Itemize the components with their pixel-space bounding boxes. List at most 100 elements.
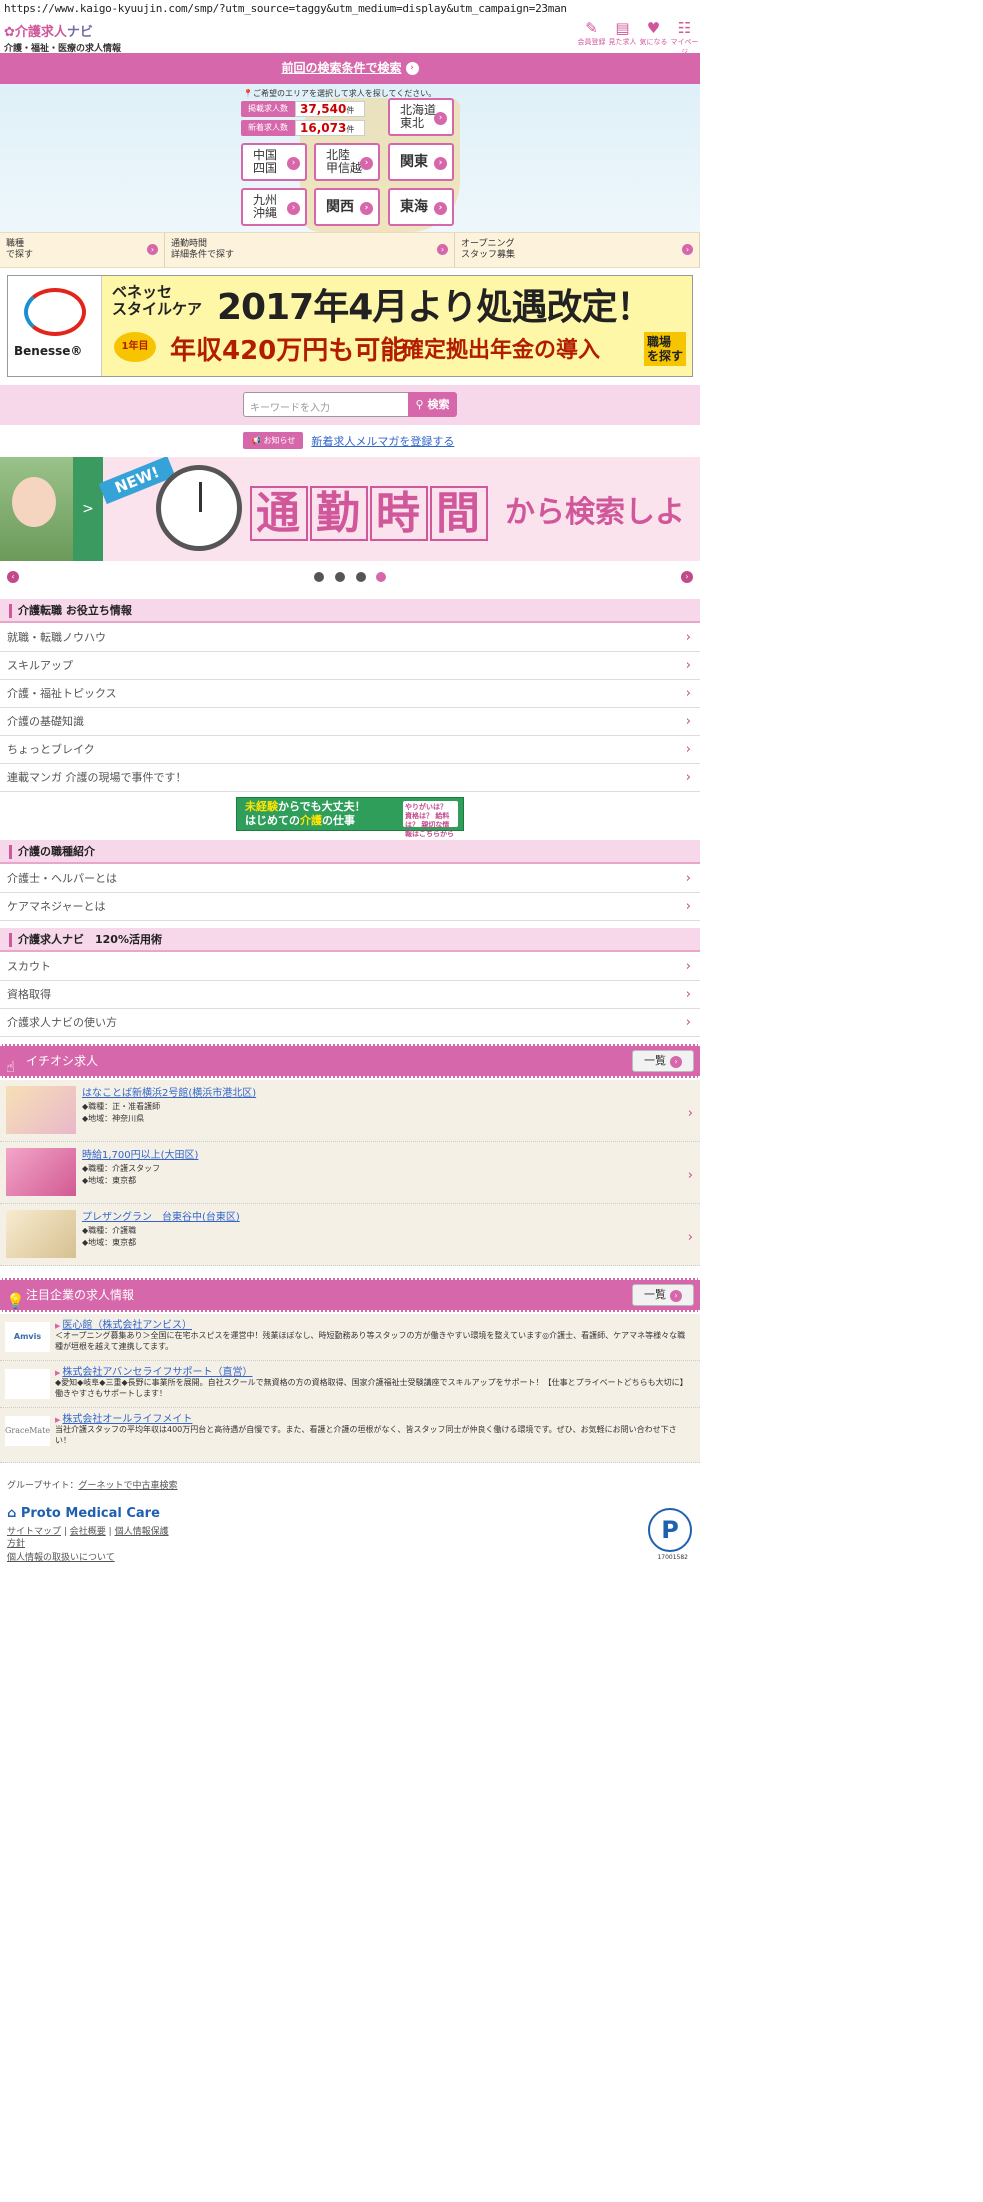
- heart-icon: ♥: [646, 19, 661, 37]
- mypage-button[interactable]: ☷ マイページ: [669, 18, 700, 57]
- favorites-button[interactable]: ♥ 気になる: [638, 18, 669, 57]
- job-title-link[interactable]: はなことば新横浜2号館(横浜市港北区): [82, 1084, 256, 1099]
- job-title-link[interactable]: 時給1,700円以上(大田区): [82, 1146, 198, 1161]
- pickup-jobs-header: ☝ イチオシ求人 一覧 ›: [0, 1044, 700, 1078]
- group-sites: グループサイト：グーネットで中古車検索: [7, 1481, 178, 1491]
- benesse-logo: Benesse®: [8, 276, 102, 376]
- company-item[interactable]: Amvis 医心館（株式会社アンビス） ＜オープニング募集あり＞全国に在宅ホスピ…: [0, 1314, 700, 1361]
- region-kansai[interactable]: 関西 ›: [314, 188, 380, 226]
- category-bar: 職種 で探す › 通勤時間 詳細条件で探す › オープニング スタッフ募集 ›: [0, 232, 700, 268]
- chevron-right-icon: ›: [685, 686, 691, 701]
- beginner-banner[interactable]: 未経験からでも大丈夫！ はじめての介護の仕事 やりがいは？ 資格は？ 給料は？ …: [236, 797, 464, 838]
- slider-next-button[interactable]: ›: [681, 571, 693, 583]
- chevron-right-icon: ›: [685, 714, 691, 729]
- slider-controls: ‹ ›: [0, 568, 700, 586]
- search-by-commute-button[interactable]: 通勤時間 詳細条件で探す ›: [165, 233, 455, 267]
- site-header: ✿介護求人ナビ 介護・福祉・医療の求人情報 ✎ 会員登録 ▤ 見た求人 ♥ 気になる …: [0, 18, 700, 57]
- keyword-input[interactable]: キーワードを入力: [243, 392, 409, 417]
- region-chugoku-shikoku[interactable]: 中国 四国 ›: [241, 143, 307, 181]
- section-useful-info: 介護転職 お役立ち情報: [0, 599, 700, 623]
- clock-icon: [156, 465, 242, 551]
- bulb-icon: 💡: [6, 1292, 25, 1310]
- previous-search-button[interactable]: 前回の検索条件で検索 ›: [0, 53, 700, 84]
- region-kanto[interactable]: 関東 ›: [388, 143, 454, 181]
- list-item[interactable]: 介護・福祉トピックス ›: [0, 680, 700, 708]
- pickup-all-button[interactable]: 一覧 ›: [632, 1050, 694, 1072]
- benesse-banner[interactable]: Benesse® ベネッセ スタイルケア 2017年4月より処遇改定！ 1年目 …: [7, 275, 693, 377]
- list-item[interactable]: スカウト ›: [0, 953, 700, 981]
- search-by-job-button[interactable]: 職種 で探す ›: [0, 233, 165, 267]
- chevron-right-icon: ›: [685, 770, 691, 785]
- job-thumbnail: [6, 1148, 76, 1196]
- company-logo: Amvis: [5, 1322, 50, 1352]
- chevron-right-icon: ›: [685, 899, 691, 914]
- company-item[interactable]: GraceMate 株式会社オールライフメイト 当社介護スタッフの平均年収は40…: [0, 1408, 700, 1463]
- list-item[interactable]: 介護の基礎知識 ›: [0, 708, 700, 736]
- featured-companies-header: 💡 注目企業の求人情報 一覧 ›: [0, 1278, 700, 1312]
- site-logo[interactable]: ✿介護求人ナビ 介護・福祉・医療の求人情報: [4, 21, 121, 54]
- section-usage-guide: 介護求人ナビ 120%活用術: [0, 928, 700, 952]
- footer-links: サイトマップ | 会社概要 | 個人情報保護: [7, 1527, 169, 1537]
- list-item[interactable]: 資格取得 ›: [0, 981, 700, 1009]
- chevron-right-icon: ›: [687, 1106, 693, 1121]
- hero-arrow: >: [73, 457, 103, 561]
- pencil-icon: ✎: [585, 19, 598, 37]
- header-icons: ✎ 会員登録 ▤ 見た求人 ♥ 気になる ☷ マイページ: [576, 18, 700, 57]
- calendar-icon: ▤: [615, 19, 630, 37]
- company-logo: [5, 1369, 50, 1399]
- hero-tail: から検索しよ: [505, 495, 685, 530]
- job-item[interactable]: プレザングラン 台東谷中(台東区) ◆職種：介護職 ◆地域：東京都 ›: [0, 1204, 700, 1266]
- slider-dot[interactable]: [335, 572, 345, 582]
- list-item[interactable]: 介護士・ヘルパーとは ›: [0, 865, 700, 893]
- list-item[interactable]: 連載マンガ 介護の現場で事件です！ ›: [0, 764, 700, 792]
- job-item[interactable]: 時給1,700円以上(大田区) ◆職種：介護スタッフ ◆地域：東京都 ›: [0, 1142, 700, 1204]
- company-name-link[interactable]: 株式会社アバンセライフサポート（直営）: [55, 1363, 252, 1378]
- proto-logo[interactable]: ⌂ Proto Medical Care: [7, 1506, 160, 1521]
- region-hokkaido-tohoku[interactable]: 北海道 東北 ›: [388, 98, 454, 136]
- region-hokuriku[interactable]: 北陸 甲信越 ›: [314, 143, 380, 181]
- job-title-link[interactable]: プレザングラン 台東谷中(台東区): [82, 1208, 240, 1223]
- search-button[interactable]: ⚲ 検索: [408, 392, 457, 417]
- total-jobs-stat: 掲載求人数 37,540件: [241, 101, 365, 117]
- hero-slider[interactable]: > NEW! 通勤時間 から検索しよ: [0, 457, 700, 561]
- region-tokai[interactable]: 東海 ›: [388, 188, 454, 226]
- chevron-right-icon: ›: [685, 1015, 691, 1030]
- newsletter-link[interactable]: 新着求人メルマガを登録する: [311, 433, 454, 449]
- notice-tag: 📢 お知らせ: [243, 432, 304, 449]
- list-item[interactable]: 介護求人ナビの使い方 ›: [0, 1009, 700, 1037]
- privacy-handling-link[interactable]: 個人情報の取扱いについて: [7, 1553, 115, 1563]
- building-icon: ⌂: [7, 1506, 17, 1521]
- url-bar[interactable]: https://www.kaigo-kyuujin.com/smp/?utm_s…: [0, 0, 700, 18]
- companies-all-button[interactable]: 一覧 ›: [632, 1284, 694, 1306]
- policy-link[interactable]: 方針: [7, 1539, 25, 1549]
- hero-photo: [0, 457, 73, 561]
- company-item[interactable]: 株式会社アバンセライフサポート（直営） ◆愛知◆岐阜◆三重◆長野に事業所を展開。…: [0, 1361, 700, 1408]
- area-search: 📍ご希望のエリアを選択して求人を探してください。 掲載求人数 37,540件 新…: [0, 84, 700, 232]
- job-item[interactable]: はなことば新横浜2号館(横浜市港北区) ◆職種：正・准看護師 ◆地域：神奈川県 …: [0, 1080, 700, 1142]
- job-thumbnail: [6, 1210, 76, 1258]
- region-kyushu-okinawa[interactable]: 九州 沖縄 ›: [241, 188, 307, 226]
- chevron-right-icon: ›: [685, 742, 691, 757]
- company-name-link[interactable]: 株式会社オールライフメイト: [55, 1410, 192, 1425]
- list-item[interactable]: ケアマネジャーとは ›: [0, 893, 700, 921]
- hero-title: 通勤時間: [250, 477, 490, 541]
- slider-dot-active[interactable]: [376, 572, 386, 582]
- search-icon: ⚲: [415, 398, 424, 411]
- slider-dot[interactable]: [314, 572, 324, 582]
- slider-dot[interactable]: [356, 572, 366, 582]
- register-button[interactable]: ✎ 会員登録: [576, 18, 607, 57]
- privacy-mark[interactable]: P: [648, 1508, 692, 1552]
- goo-net-link[interactable]: グーネットで中古車検索: [78, 1481, 177, 1491]
- list-item[interactable]: ちょっとブレイク ›: [0, 736, 700, 764]
- slider-prev-button[interactable]: ‹: [7, 571, 19, 583]
- list-item[interactable]: スキルアップ ›: [0, 652, 700, 680]
- opening-staff-button[interactable]: オープニング スタッフ募集 ›: [455, 233, 700, 267]
- chevron-right-icon: ›: [687, 1168, 693, 1183]
- company-name-link[interactable]: 医心館（株式会社アンビス）: [55, 1316, 192, 1331]
- list-item[interactable]: 就職・転職ノウハウ ›: [0, 624, 700, 652]
- chevron-right-icon: ›: [405, 62, 419, 75]
- new-jobs-stat: 新着求人数 16,073件: [241, 120, 365, 136]
- keyword-search-bar: キーワードを入力 ⚲ 検索: [0, 385, 700, 425]
- viewed-jobs-button[interactable]: ▤ 見た求人: [607, 18, 638, 57]
- user-icon: ☷: [677, 19, 692, 37]
